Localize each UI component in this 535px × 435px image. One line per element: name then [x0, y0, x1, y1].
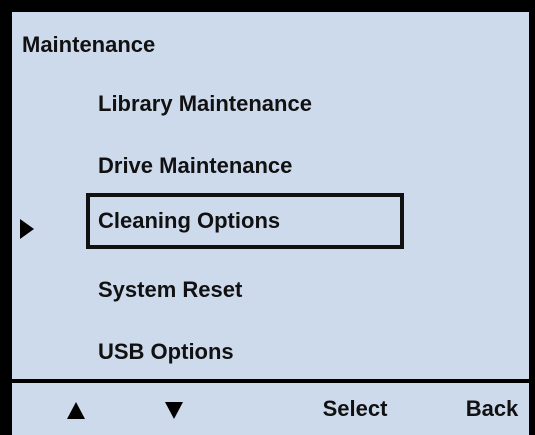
menu-item-library-maintenance[interactable]: Library Maintenance [86, 78, 404, 134]
menu-item-usb-options[interactable]: USB Options [86, 326, 404, 382]
up-button[interactable] [56, 383, 96, 435]
lcd-screen: Maintenance Library Maintenance Drive Ma… [0, 0, 535, 435]
menu-item-system-reset[interactable]: System Reset [86, 264, 404, 320]
menu-item-cleaning-options[interactable]: Cleaning Options [86, 193, 404, 249]
back-button[interactable]: Back [452, 383, 529, 435]
triangle-up-icon [67, 401, 85, 419]
select-button[interactable]: Select [300, 383, 410, 435]
menu-title: Maintenance [22, 32, 156, 57]
menu-item-drive-maintenance[interactable]: Drive Maintenance [86, 140, 404, 196]
triangle-down-icon [165, 401, 183, 419]
down-button[interactable] [154, 383, 194, 435]
selection-pointer-icon [20, 219, 34, 239]
